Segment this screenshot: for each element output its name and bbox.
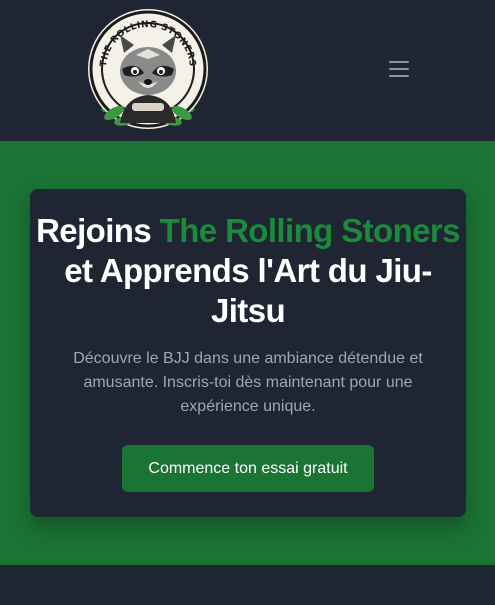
raccoon-logo-icon: THE ROLLING STONERS [88, 9, 208, 129]
site-header: THE ROLLING STONERS [0, 0, 495, 141]
logo[interactable]: THE ROLLING STONERS [84, 5, 212, 133]
hero-subtitle: Découvre le BJJ dans une ambiance détend… [73, 350, 423, 415]
menu-line [389, 61, 409, 63]
next-section [0, 565, 495, 605]
headline-part-1: Rejoins [36, 212, 160, 249]
menu-line [389, 75, 409, 77]
hero-card: Rejoins The Rolling Stoners et Apprends … [30, 189, 466, 517]
hamburger-menu-icon[interactable] [384, 55, 414, 83]
free-trial-button[interactable]: Commence ton essai gratuit [122, 445, 374, 492]
headline-club-name: The Rolling Stoners [159, 212, 461, 249]
hero-headline: Rejoins The Rolling Stoners et Apprends … [30, 211, 466, 331]
headline-part-2: et Apprends l'Art du Jiu-Jitsu [64, 252, 432, 329]
menu-line [389, 68, 409, 70]
hero-section: Rejoins The Rolling Stoners et Apprends … [0, 141, 495, 565]
